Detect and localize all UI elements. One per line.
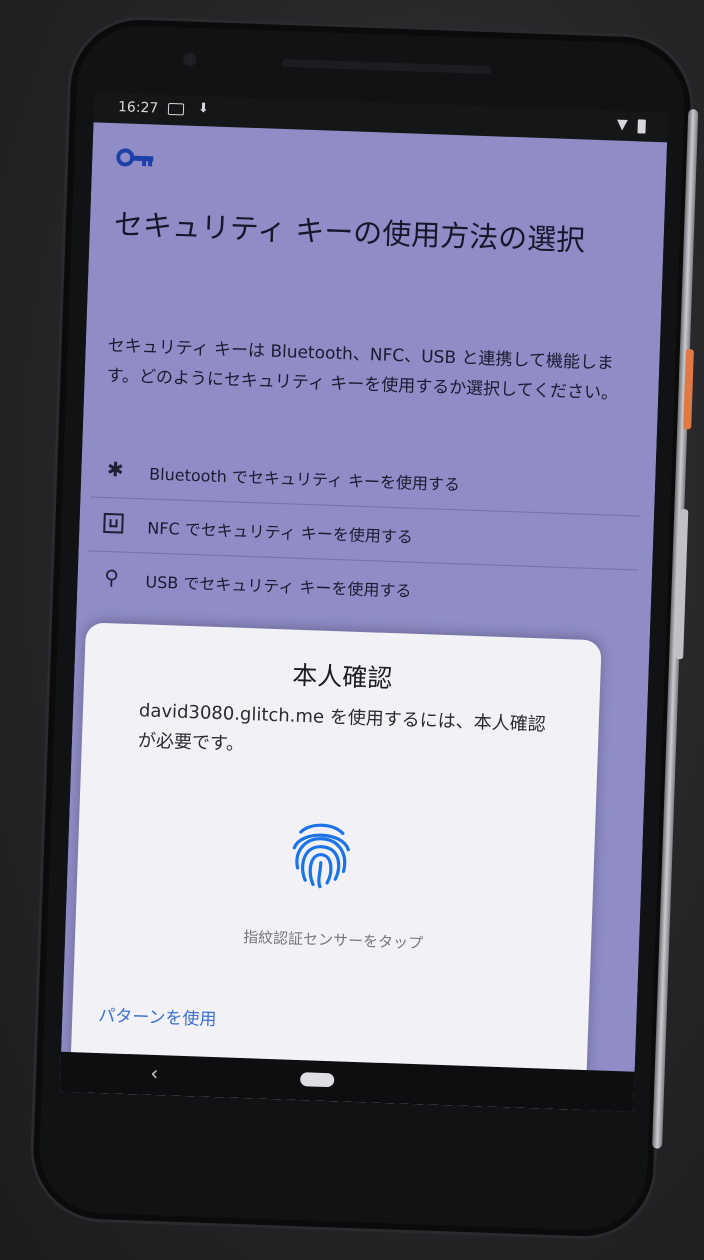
mail-icon [167, 102, 185, 116]
front-camera [181, 51, 199, 68]
security-key-screen: セキュリティ キーの使用方法の選択 セキュリティ キーは Bluetooth、N… [59, 122, 668, 1112]
dialog-title: 本人確認 [291, 660, 393, 694]
option-label: NFC でセキュリティ キーを使用する [147, 518, 414, 547]
dialog-subtitle: david3080.glitch.me を使用するには、本人確認が必要です。 [137, 700, 547, 755]
wifi-icon: ▼ [616, 116, 628, 133]
battery-icon [637, 119, 646, 134]
use-pattern-button[interactable]: パターンを使用 [98, 1001, 217, 1030]
status-time: 16:27 [117, 99, 159, 117]
phone-device: 16:27 ⬇ ▼ セキュリティ キーの使用方法の選択 セキュリティ キーは B… [31, 17, 699, 1239]
usb-icon: ⚲ [103, 564, 120, 590]
page-title: セキュリティ キーの使用方法の選択 [113, 207, 586, 258]
page-description: セキュリティ キーは Bluetooth、NFC、USB と連携して機能します。… [106, 335, 619, 404]
power-button [683, 349, 694, 430]
fingerprint-hint: 指紋認証センサーをタップ [242, 928, 424, 953]
back-icon[interactable]: ‹ [150, 1061, 159, 1085]
earpiece-speaker [281, 58, 492, 75]
nfc-icon [101, 511, 126, 536]
download-icon: ⬇ [197, 100, 210, 117]
fingerprint-icon[interactable] [287, 818, 355, 892]
screen: 16:27 ⬇ ▼ セキュリティ キーの使用方法の選択 セキュリティ キーは B… [59, 92, 669, 1112]
key-icon [116, 148, 154, 167]
option-label: USB でセキュリティ キーを使用する [145, 572, 412, 601]
home-pill-icon[interactable] [299, 1072, 335, 1088]
option-label: Bluetooth でセキュリティ キーを使用する [148, 464, 461, 495]
biometric-dialog: 本人確認 david3080.glitch.me を使用するには、本人確認が必要… [69, 622, 602, 1111]
bluetooth-icon: ✱ [106, 457, 125, 482]
